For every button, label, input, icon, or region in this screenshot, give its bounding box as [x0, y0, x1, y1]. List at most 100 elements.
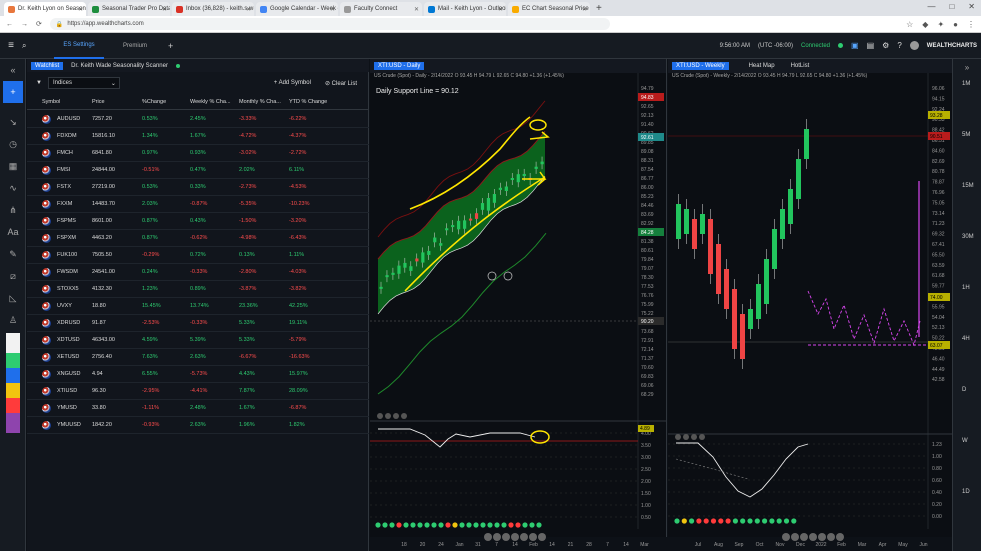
back-icon[interactable]: ← [6, 21, 13, 28]
panel-control-icon[interactable] [699, 434, 705, 440]
color-palette[interactable] [6, 333, 20, 433]
layout-icon[interactable]: ▤ [867, 41, 875, 50]
watchlist-row[interactable]: FWSDM 24541.00 0.24% -0.33% -2.80% -4.03… [27, 264, 369, 281]
column-header[interactable]: Symbol [42, 99, 60, 105]
extension-icon[interactable]: ◆ [922, 20, 928, 29]
close-window-icon[interactable]: ✕ [968, 2, 975, 11]
watchlist-row[interactable]: STOXX5 4132.30 1.23% 0.89% -3.87% -3.82% [27, 281, 369, 298]
watchlist-row[interactable]: YMUUSD 1842.20 -0.93% 2.63% 1.96% 1.82% [27, 417, 369, 434]
nav-control-icon[interactable] [520, 533, 528, 541]
column-header[interactable]: %Change [142, 99, 166, 105]
nav-control-icon[interactable] [529, 533, 537, 541]
column-header[interactable]: Price [92, 99, 105, 105]
brush-icon[interactable]: ♙ [0, 309, 26, 331]
watchlist-row[interactable]: FSPXM 4463.20 0.87% -0.62% -4.98% -6.43% [27, 230, 369, 247]
nav-control-icon[interactable] [836, 533, 844, 541]
nav-control-icon[interactable] [538, 533, 546, 541]
scanner-name[interactable]: Dr. Keith Wade Seasonality Scanner [71, 63, 168, 69]
text-icon[interactable]: Aa [0, 221, 26, 243]
reload-icon[interactable]: ⟳ [36, 20, 42, 28]
panel-control-icon[interactable] [385, 413, 391, 419]
watchlist-row[interactable]: AUDUSD 7257.20 0.53% 2.45% -3.33% -6.22% [27, 111, 369, 128]
browser-tab[interactable]: Mail - Keith Lyon - Outlook ✕ [424, 2, 506, 16]
close-tab-icon[interactable]: ✕ [162, 6, 167, 13]
watchlist-row[interactable]: UVXY 18.80 15.45% 13.74% 23.36% 42.25% [27, 298, 369, 315]
browser-tab[interactable]: Seasonal Trader Pro Database✕ [88, 2, 170, 16]
nav-control-icon[interactable] [484, 533, 492, 541]
calendar-icon[interactable]: ▦ [0, 155, 26, 177]
watchlist-title[interactable]: Watchlist [31, 61, 64, 70]
daily-chart-canvas[interactable]: 94.7993.4092.6592.1391.4090.6289.8589.08… [370, 59, 667, 551]
hamburger-icon[interactable]: ≡ [0, 40, 22, 51]
timezone[interactable]: (UTC -06:00) [758, 43, 793, 49]
watchlist-row[interactable]: XETUSD 2756.40 7.63% 2.63% -6.67% -16.63… [27, 349, 369, 366]
clear-list-button[interactable]: ⊘ Clear List [325, 80, 357, 87]
nav-control-icon[interactable] [493, 533, 501, 541]
panel-control-icon[interactable] [377, 413, 383, 419]
panel-control-icon[interactable] [683, 434, 689, 440]
measure-icon[interactable]: ◺ [0, 287, 26, 309]
timeframe-button[interactable]: 15M [962, 183, 974, 189]
nav-control-icon[interactable] [502, 533, 510, 541]
close-tab-icon[interactable]: ✕ [498, 6, 503, 13]
browser-tab[interactable]: EC Chart Seasonal Price Tools✕ [508, 2, 590, 16]
column-header[interactable]: Weekly % Cha... [190, 99, 231, 105]
avatar[interactable] [909, 41, 919, 50]
browser-tab[interactable]: Dr. Keith Lyon on Seasonal - Wea✕ [4, 2, 86, 16]
watchlist-row[interactable]: FMCH 6841.80 0.97% 0.93% -3.02% -2.72% [27, 145, 369, 162]
nav-control-icon[interactable] [818, 533, 826, 541]
close-tab-icon[interactable]: ✕ [582, 6, 587, 13]
timeframe-button[interactable]: D [962, 387, 966, 393]
panel-control-icon[interactable] [675, 434, 681, 440]
watchlist-row[interactable]: XNGUSD 4.94 6.55% -5.73% 4.43% 15.97% [27, 366, 369, 383]
watchlist-select[interactable]: Indices ⌄ [47, 77, 120, 89]
save-icon[interactable]: ▣ [851, 41, 859, 50]
column-header[interactable]: Monthly % Cha... [239, 99, 281, 105]
menu-dots-icon[interactable]: ⋮ [967, 20, 975, 29]
gear-icon[interactable]: ⚙ [882, 41, 889, 50]
weekly-chart-canvas[interactable]: 96.0694.1592.2490.3388.4286.5184.6082.69… [668, 59, 952, 551]
watchlist-row[interactable]: FXXM 14483.70 2.03% -0.87% -5.35% -10.23… [27, 196, 369, 213]
profile-icon[interactable]: ● [953, 20, 958, 29]
expand-icon[interactable]: » [953, 59, 981, 77]
watchlist-row[interactable]: FMSI 24844.00 -0.51% 0.47% 2.02% 6.11% [27, 162, 369, 179]
browser-tab[interactable]: Google Calendar - Week of 14...✕ [256, 2, 338, 16]
nav-control-icon[interactable] [827, 533, 835, 541]
watchlist-row[interactable]: YMUSD 33.80 -1.11% 2.48% 1.67% -6.87% [27, 400, 369, 417]
browser-tab[interactable]: Faculty Connect ✕ [340, 2, 422, 16]
star-icon[interactable]: ☆ [906, 20, 913, 29]
minimize-icon[interactable]: — [927, 2, 935, 11]
filter-icon[interactable]: ▼ [36, 80, 42, 86]
daily-chart-panel[interactable]: XTI:USD - Daily US Crude (Spot) - Daily … [370, 59, 667, 551]
panel-control-icon[interactable] [691, 434, 697, 440]
search-icon[interactable]: ⌕ [22, 41, 36, 51]
timeframe-button[interactable]: 1D [962, 489, 970, 495]
pitchfork-icon[interactable]: ⋔ [0, 199, 26, 221]
nav-control-icon[interactable] [809, 533, 817, 541]
watchlist-row[interactable]: FSTX 27219.00 0.53% 0.33% -2.73% -4.53% [27, 179, 369, 196]
maximize-icon[interactable]: □ [949, 2, 954, 11]
add-symbol-button[interactable]: + Add Symbol [274, 80, 311, 86]
nav-control-icon[interactable] [791, 533, 799, 541]
weekly-chart-panel[interactable]: XTI:USD - Weekly Heat Map HotList US Cru… [668, 59, 952, 551]
nav-control-icon[interactable] [511, 533, 519, 541]
wave-icon[interactable]: ∿ [0, 177, 26, 199]
forward-icon[interactable]: → [21, 21, 28, 28]
tab-premium[interactable]: Premium [110, 43, 160, 49]
close-tab-icon[interactable]: ✕ [78, 6, 83, 13]
trend-line-icon[interactable]: ↘ [0, 111, 26, 133]
browser-tab[interactable]: Inbox (36,828) - keith.s.w@ib...✕ [172, 2, 254, 16]
crosshair-icon[interactable]: + [3, 81, 23, 103]
ruler-icon[interactable]: ⧄ [0, 265, 26, 287]
close-tab-icon[interactable]: ✕ [246, 6, 251, 13]
pencil-icon[interactable]: ✎ [0, 243, 26, 265]
timeframe-button[interactable]: 1M [962, 81, 970, 87]
url-field[interactable]: 🔒 https://app.wealthcharts.com [49, 18, 610, 30]
close-tab-icon[interactable]: ✕ [414, 6, 419, 13]
collapse-icon[interactable]: « [0, 59, 26, 81]
timeframe-button[interactable]: W [962, 438, 968, 444]
help-icon[interactable]: ? [897, 41, 901, 50]
watchlist-row[interactable]: FDXDM 15816.10 1.34% 1.67% -4.72% -4.37% [27, 128, 369, 145]
nav-control-icon[interactable] [782, 533, 790, 541]
watchlist-row[interactable]: XDRUSD 91.87 -2.53% -0.33% 5.33% 19.11% [27, 315, 369, 332]
